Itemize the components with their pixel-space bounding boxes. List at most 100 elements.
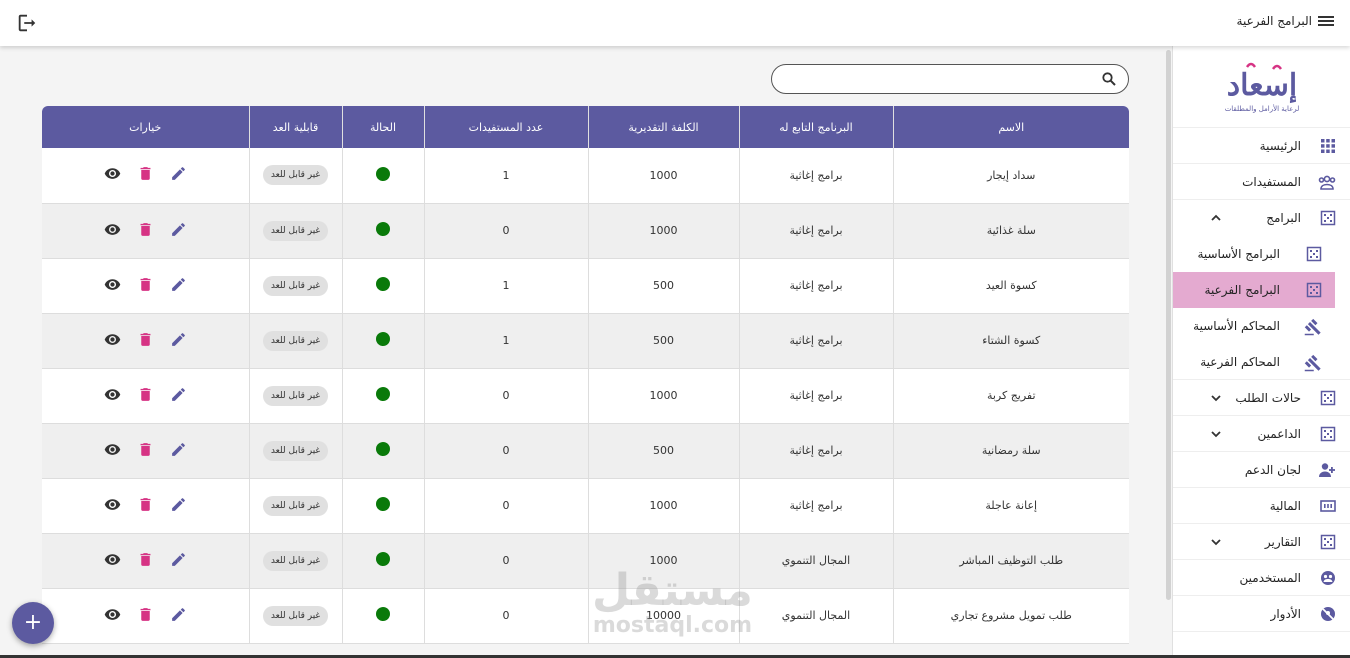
- delete-icon[interactable]: [137, 276, 154, 293]
- edit-icon[interactable]: [170, 441, 187, 458]
- sidebar-item-main-courts[interactable]: المحاكم الأساسية: [1173, 308, 1350, 344]
- search-box[interactable]: [771, 64, 1129, 94]
- countable-chip: غير قابل للعد: [262, 220, 329, 241]
- delete-icon[interactable]: [137, 496, 154, 513]
- table-row: كسوة العيد برامج إغاثية 500 1 غير قابل للعد: [42, 258, 1129, 314]
- table-row: طلب التوظيف المباشر المجال التنموي 1000 0 غي…: [42, 533, 1129, 589]
- column-header-status[interactable]: الحالة: [341, 106, 424, 148]
- view-icon[interactable]: [104, 386, 121, 403]
- cell-beneficiaries: 0: [423, 478, 588, 534]
- sidebar-item-main-programs[interactable]: البرامج الأساسية: [1173, 236, 1350, 272]
- cell-cost: 1000: [587, 203, 739, 259]
- watermark-arabic: مستقل: [592, 565, 753, 616]
- delete-icon[interactable]: [137, 551, 154, 568]
- programs-icon: [1306, 246, 1322, 262]
- edit-icon[interactable]: [170, 551, 187, 568]
- cell-cost: 1000: [587, 478, 739, 534]
- cell-options: [42, 588, 249, 644]
- sidebar-item-beneficiaries[interactable]: المستفيدات: [1173, 164, 1350, 200]
- cell-status: [341, 148, 424, 204]
- cell-options: [42, 148, 249, 204]
- view-icon[interactable]: [104, 496, 121, 513]
- column-header-cost[interactable]: الكلفة التقديرية: [587, 106, 739, 148]
- sidebar-item-sub-courts[interactable]: المحاكم الفرعية: [1173, 344, 1350, 380]
- edit-icon[interactable]: [170, 496, 187, 513]
- search-input[interactable]: [786, 71, 1088, 87]
- cell-name: سلة غذائية: [892, 203, 1129, 259]
- cell-countable: غير قابل للعد: [248, 423, 342, 479]
- sidebar-item-users[interactable]: المستخدمين: [1173, 560, 1350, 596]
- column-header-name[interactable]: الاسم: [892, 106, 1129, 148]
- search-icon[interactable]: [1102, 72, 1116, 86]
- column-header-options: خيارات: [129, 120, 162, 134]
- sidebar-item-label: حالات الطلب: [1235, 391, 1301, 405]
- group-icon: [1318, 174, 1336, 190]
- view-icon[interactable]: [104, 276, 121, 293]
- watermark: مستقل mostaql.com: [592, 568, 753, 638]
- sidebar-item-reports[interactable]: التقارير: [1173, 524, 1350, 560]
- sidebar-item-supporters[interactable]: الداعمين: [1173, 416, 1350, 452]
- sidebar-item-request-statuses[interactable]: حالات الطلب: [1173, 380, 1350, 416]
- logout-icon[interactable]: [16, 12, 38, 34]
- sidebar-item-programs[interactable]: البرامج: [1173, 200, 1350, 236]
- cell-program: برامج إغاثية: [738, 423, 893, 479]
- chevron-up-icon[interactable]: [1209, 211, 1223, 225]
- programs-icon: [1320, 534, 1336, 550]
- view-icon[interactable]: [104, 551, 121, 568]
- edit-icon[interactable]: [170, 165, 187, 182]
- scrollbar-thumb[interactable]: [1166, 50, 1171, 600]
- table-row: تفريج كربة برامج إغاثية 1000 0 غير قابل للعد: [42, 368, 1129, 424]
- sidebar-scrollbar[interactable]: [1164, 46, 1172, 658]
- menu-icon[interactable]: [1318, 14, 1334, 30]
- cell-status: [341, 533, 424, 589]
- column-header-beneficiaries[interactable]: عدد المستفيدات: [423, 106, 588, 148]
- delete-icon[interactable]: [137, 441, 154, 458]
- column-header-program[interactable]: البرنامج التابع له: [738, 106, 893, 148]
- sidebar-item-home[interactable]: الرئيسية: [1173, 128, 1350, 164]
- page-title: البرامج الفرعية: [1236, 14, 1312, 28]
- sidebar-item-label: المستفيدات: [1242, 175, 1301, 189]
- countable-chip: غير قابل للعد: [262, 440, 329, 461]
- chevron-down-icon[interactable]: [1209, 427, 1223, 441]
- edit-icon[interactable]: [170, 606, 187, 623]
- table-row: سداد إيجار برامج إغاثية 1000 1 غير قابل للعد: [42, 148, 1129, 204]
- edit-icon[interactable]: [170, 276, 187, 293]
- cell-name: كسوة الشتاء: [892, 313, 1129, 369]
- cell-cost: 500: [587, 423, 739, 479]
- programs-icon: [1306, 282, 1322, 298]
- sidebar-item-label: المحاكم الفرعية: [1200, 355, 1280, 369]
- sidebar-item-support-committees[interactable]: لجان الدعم: [1173, 452, 1350, 488]
- cell-options: [42, 423, 249, 479]
- edit-icon[interactable]: [170, 386, 187, 403]
- delete-icon[interactable]: [137, 331, 154, 348]
- status-indicator: [376, 442, 390, 456]
- cell-program: برامج إغاثية: [738, 258, 893, 314]
- chevron-down-icon[interactable]: [1209, 391, 1223, 405]
- view-icon[interactable]: [104, 221, 121, 238]
- programs-icon: [1320, 210, 1336, 226]
- sidebar-item-finance[interactable]: المالية: [1173, 488, 1350, 524]
- sidebar-item-roles[interactable]: الأدوار: [1173, 596, 1350, 632]
- cell-countable: غير قابل للعد: [248, 258, 342, 314]
- status-indicator: [376, 387, 390, 401]
- view-icon[interactable]: [104, 441, 121, 458]
- edit-icon[interactable]: [170, 221, 187, 238]
- add-button[interactable]: +: [12, 602, 54, 644]
- cell-beneficiaries: 1: [423, 258, 588, 314]
- cell-options: [42, 533, 249, 589]
- delete-icon[interactable]: [137, 386, 154, 403]
- view-icon[interactable]: [104, 331, 121, 348]
- edit-icon[interactable]: [170, 331, 187, 348]
- sidebar-item-label: الداعمين: [1257, 427, 1301, 441]
- column-header-countable[interactable]: قابلية العد: [248, 106, 342, 148]
- person-add-icon: [1319, 462, 1336, 478]
- cell-beneficiaries: 0: [423, 423, 588, 479]
- delete-icon[interactable]: [137, 165, 154, 182]
- view-icon[interactable]: [104, 606, 121, 623]
- table-row: إعانة عاجلة برامج إغاثية 1000 0 غير قابل للع…: [42, 478, 1129, 534]
- sidebar-item-sub-programs[interactable]: البرامج الفرعية: [1173, 272, 1335, 308]
- delete-icon[interactable]: [137, 221, 154, 238]
- delete-icon[interactable]: [137, 606, 154, 623]
- chevron-down-icon[interactable]: [1209, 535, 1223, 549]
- view-icon[interactable]: [104, 165, 121, 182]
